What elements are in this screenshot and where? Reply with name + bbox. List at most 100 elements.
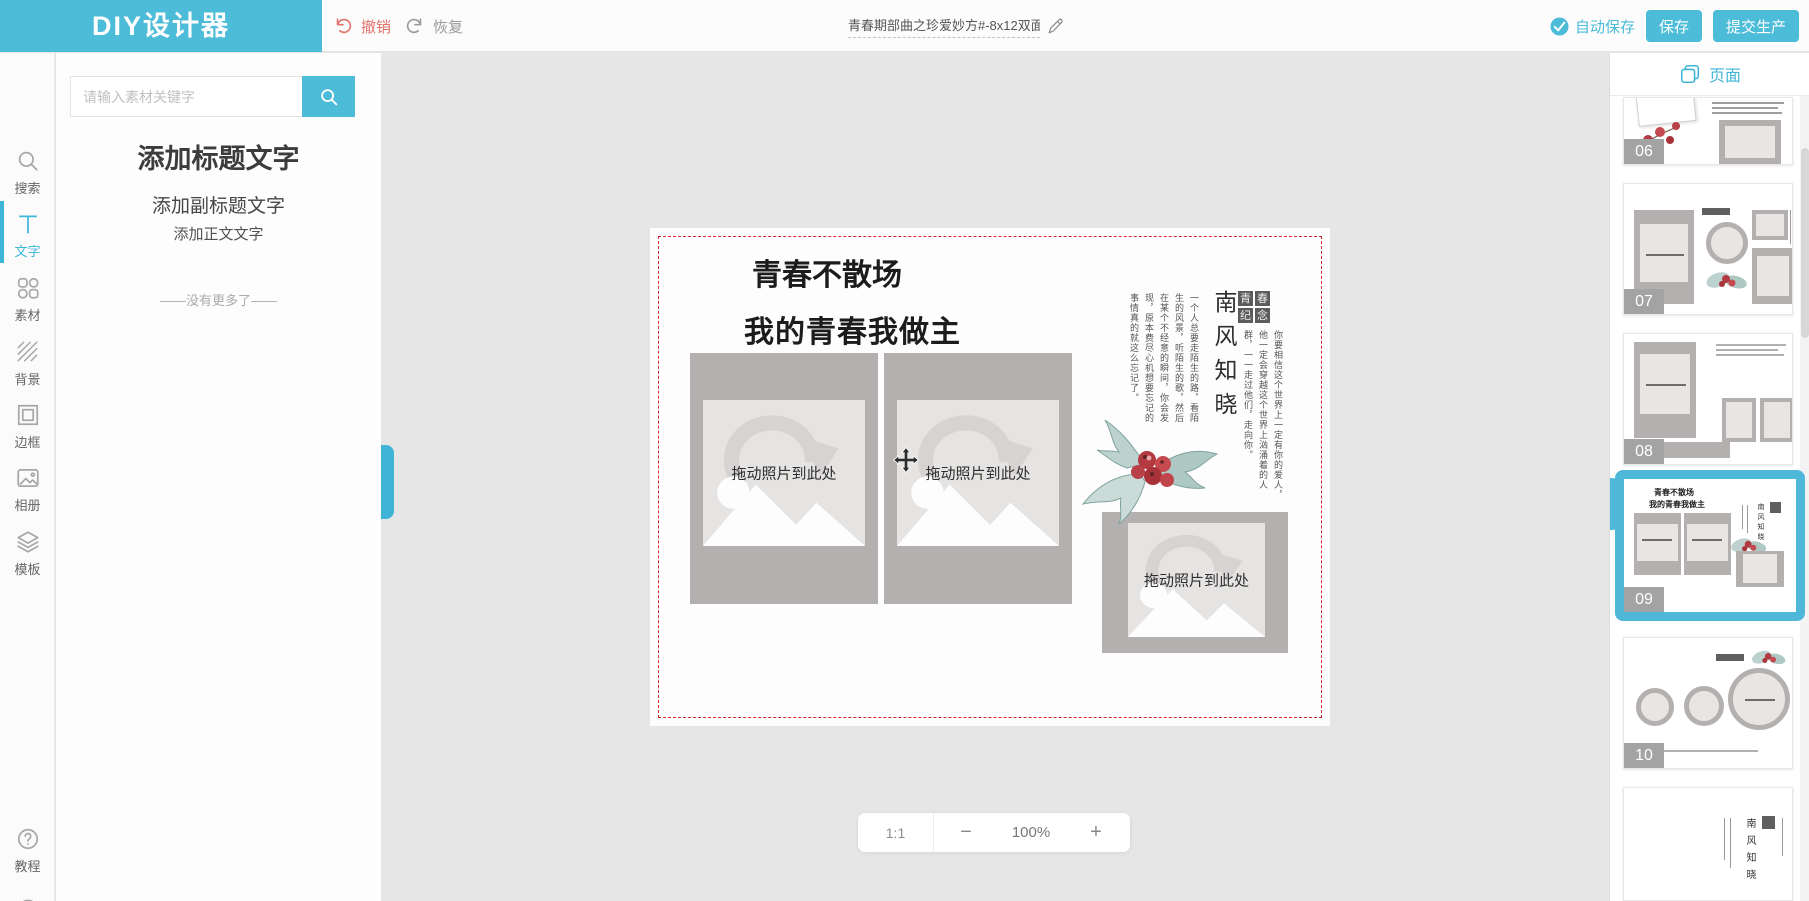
mini-vertical-text [1730,818,1731,868]
undo-label: 撤销 [361,16,391,37]
page-title-line1[interactable]: 青春不散场 [752,250,902,294]
redo-label: 恢复 [433,16,463,37]
header: DIY设计器 撤销 恢复 青春期部曲之珍爱妙方#-8x12双面水晶 [0,0,1809,52]
mini-seal [1762,816,1775,829]
mini-vertical-text [1782,818,1783,856]
sidebar-item-label: 相册 [0,495,55,514]
zoom-out-button[interactable]: − [934,813,998,852]
seal-char: 念 [1255,308,1270,323]
search-button[interactable] [302,76,355,117]
redo-icon [405,16,425,36]
mini-title: 我的青春我做主 [1649,499,1705,510]
photo-drop-zone: 拖动照片到此处 [1128,523,1265,637]
sidebar-item-assets[interactable]: 素材 [0,275,55,324]
mini-title: 青春不散场 [1654,487,1694,498]
holly-berries-illustration[interactable] [1075,412,1235,527]
mini-vertical-text [1747,505,1748,533]
sidebar-item-text[interactable]: 文字 [0,211,55,260]
submit-production-button[interactable]: 提交生产 [1713,10,1799,42]
photo-slot-3[interactable]: 拖动照片到此处 [1102,512,1288,653]
mini-seal [1770,502,1781,513]
sidebar-item-search[interactable]: 搜索 [0,148,55,197]
text-icon [15,211,41,237]
mini-text-line [1712,112,1782,114]
mini-photo [1634,342,1696,438]
left-toolbar: 搜索 文字 素材 背景 边框 [0,53,55,901]
sidebar-item-tutorial[interactable]: 教程 [0,826,55,875]
mini-vertical-title: 南风知晓 [1742,818,1757,886]
page-thumbnail-10[interactable]: 10 [1623,637,1793,769]
check-circle-icon [1550,17,1569,36]
mini-photo [1736,551,1784,587]
sidebar-item-template[interactable]: 模板 [0,529,55,578]
page-number-badge: 09 [1624,587,1664,612]
sidebar-item-label: 背景 [0,369,55,388]
page-number-badge: 06 [1624,139,1664,164]
search-input[interactable] [70,76,302,117]
photo-slot-2[interactable]: 拖动照片到此处 [884,353,1072,604]
mini-text-line [1716,354,1784,356]
mini-photo [1752,210,1788,240]
seal-char: 春 [1255,291,1270,306]
mini-photo [1684,513,1731,575]
add-title-text-option[interactable]: 添加标题文字 [56,137,381,176]
move-cursor-icon [893,447,919,473]
page-thumbnail-08[interactable]: 08 [1623,333,1793,465]
panel-collapse-handle[interactable] [381,445,394,519]
page-thumbnail-06[interactable]: 06 [1623,97,1793,165]
redo-button[interactable]: 恢复 [405,0,463,52]
search-icon [318,86,340,108]
document-title-wrap[interactable]: 青春期部曲之珍爱妙方#-8x12双面水晶 [848,0,1065,52]
photo-icon [15,465,41,491]
autosave-label: 自动保存 [1575,16,1635,37]
sidebar-item-service[interactable]: 客服 [0,896,55,901]
photo-slot-1[interactable]: 拖动照片到此处 [690,353,878,604]
sidebar-item-background[interactable]: 背景 [0,339,55,388]
app-logo: DIY设计器 [0,0,322,52]
page-title-line2[interactable]: 我的青春我做主 [744,307,961,351]
zoom-in-button[interactable]: + [1064,813,1128,852]
background-icon [15,339,41,365]
seal-char: 青 [1238,291,1253,306]
mini-photo-circle [1684,686,1724,726]
edit-pencil-icon[interactable] [1046,17,1065,36]
sidebar-item-label: 搜索 [0,178,55,197]
materials-icon [15,275,41,301]
sidebar-item-album[interactable]: 相册 [0,465,55,514]
autosave-indicator[interactable]: 自动保存 [1550,16,1635,37]
sidebar-item-label: 文字 [0,241,55,260]
mini-text-line [1712,102,1784,104]
design-page[interactable]: 青春不散场 我的青春我做主 拖动照片到此处 [650,228,1330,726]
frame-icon [15,402,41,428]
drop-photo-label: 拖动照片到此处 [1128,570,1265,591]
vertical-quote-left[interactable]: 一个人总要走陌生的路，看陌生的风景，听陌生的歌，然后在某个不经意的瞬间，你会发现… [1120,293,1200,427]
add-subtitle-text-option[interactable]: 添加副标题文字 [56,191,381,218]
mini-photo [1719,120,1781,164]
page-thumbnail-11[interactable]: 南风知晓 [1623,787,1793,901]
undo-button[interactable]: 撤销 [333,0,391,52]
design-canvas-area[interactable]: 青春不散场 我的青春我做主 拖动照片到此处 [381,53,1609,901]
document-title: 青春期部曲之珍爱妙方#-8x12双面水晶 [848,15,1040,38]
mini-text-line [1716,349,1778,351]
sidebar-item-border[interactable]: 边框 [0,402,55,451]
material-search [70,76,355,117]
actual-size-button[interactable]: 1:1 [858,813,934,852]
memorial-seal[interactable]: 青 春 纪 念 [1238,291,1270,323]
mini-text-line [1712,107,1778,109]
vertical-quote-right[interactable]: 你要相信这个世界上一定有你的爱人，他一定会穿越这个世界上汹涌着的人群，一一走过他… [1240,330,1284,508]
mini-photo-circle [1636,688,1674,726]
page-thumbnail-09[interactable]: 青春不散场 我的青春我做主 南风知晓 09 [1624,479,1796,612]
pages-icon [1679,63,1701,85]
save-button[interactable]: 保存 [1646,10,1702,42]
help-icon [15,826,41,852]
pages-scrollbar-thumb[interactable] [1801,148,1809,338]
no-more-label: ——没有更多了—— [56,290,381,309]
drop-photo-label: 拖动照片到此处 [897,463,1059,484]
search-icon [15,148,41,174]
zoom-level-value: 100% [998,813,1064,852]
mini-holly [1704,266,1750,296]
add-body-text-option[interactable]: 添加正文文字 [56,223,381,244]
page-thumbnail-07[interactable]: 07 [1623,183,1793,315]
sidebar-item-label: 教程 [0,856,55,875]
pages-panel-header: 页面 [1610,53,1809,96]
